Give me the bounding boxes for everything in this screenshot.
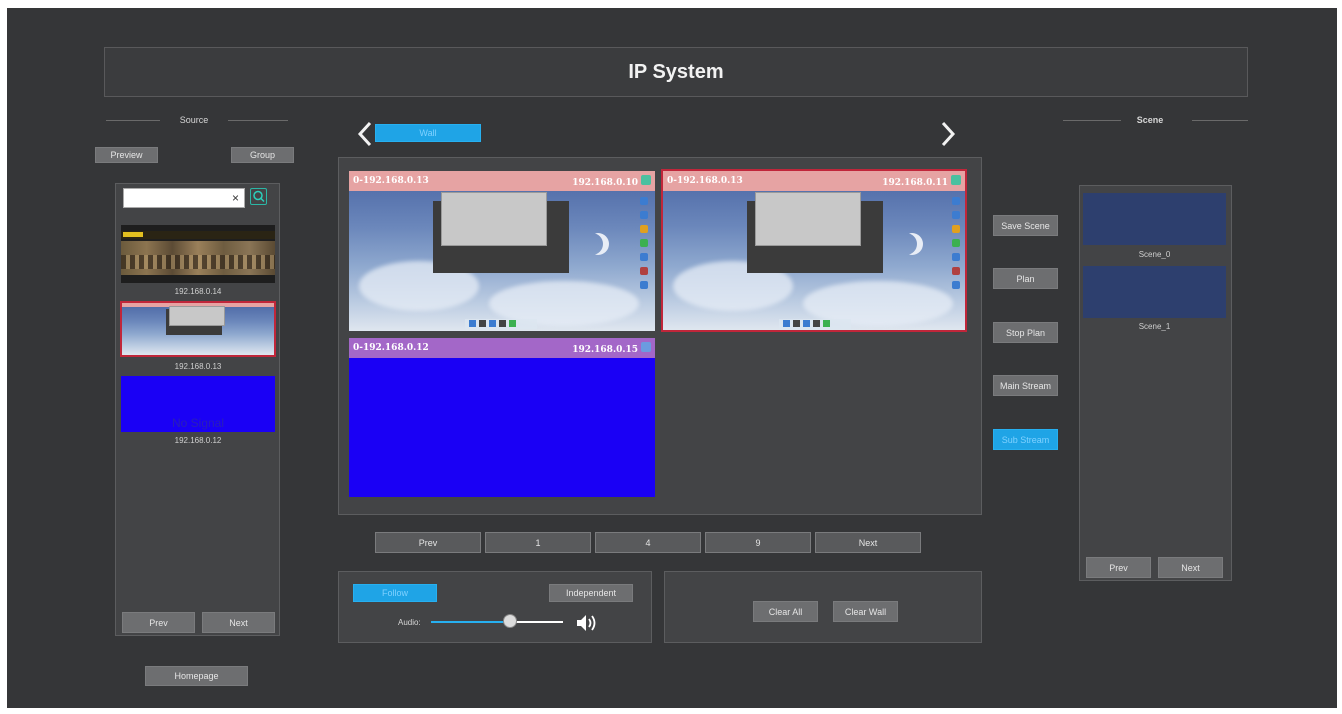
scene-label-0: Scene_0 <box>1138 250 1171 259</box>
scene-divider-left <box>1063 120 1121 121</box>
source-header: Source <box>179 115 209 125</box>
scene-thumbnail-1[interactable] <box>1083 266 1226 318</box>
chevron-left-icon <box>357 121 372 147</box>
audio-label: Audio: <box>398 618 421 627</box>
clear-wall-button[interactable]: Clear Wall <box>833 601 898 622</box>
search-icon <box>253 190 265 203</box>
wall-next-arrow[interactable] <box>936 120 960 148</box>
source-thumbnail-3[interactable]: No Signal <box>121 376 275 432</box>
dialog-window <box>755 192 861 246</box>
layout-9-button[interactable]: 9 <box>705 532 811 553</box>
main-stream-button[interactable]: Main Stream <box>993 375 1058 396</box>
source-thumbnail-2[interactable] <box>120 301 276 357</box>
title-bar: IP System <box>104 47 1248 97</box>
scene-label-1: Scene_1 <box>1138 322 1171 331</box>
wall-window-1[interactable]: 0-192.168.0.13 192.168.0.10 <box>349 171 655 331</box>
scene-header: Scene <box>1136 115 1164 125</box>
group-button[interactable]: Group <box>231 147 294 163</box>
wall-prev-arrow[interactable] <box>353 120 377 148</box>
window-header-2: 0-192.168.0.13 192.168.0.11 <box>663 171 965 191</box>
homepage-button[interactable]: Homepage <box>145 666 248 686</box>
source-next-button[interactable]: Next <box>202 612 275 633</box>
speaker-icon[interactable] <box>575 612 599 634</box>
sub-stream-button[interactable]: Sub Stream <box>993 429 1058 450</box>
moon-icon <box>895 233 917 255</box>
scene-next-button[interactable]: Next <box>1158 557 1223 578</box>
wall-tab[interactable]: Wall <box>375 124 481 142</box>
source-thumbnail-1[interactable] <box>121 225 275 283</box>
wall-next-button[interactable]: Next <box>815 532 921 553</box>
moon-icon <box>581 233 603 255</box>
window-settings-icon[interactable] <box>641 341 651 352</box>
clear-search-icon[interactable]: × <box>232 191 239 205</box>
chevron-right-icon <box>941 121 956 147</box>
source-label-1: 192.168.0.14 <box>174 287 222 296</box>
layout-4-button[interactable]: 4 <box>595 532 701 553</box>
plan-button[interactable]: Plan <box>993 268 1058 289</box>
search-input[interactable]: × <box>123 188 245 208</box>
source-label-3: 192.168.0.12 <box>174 436 222 445</box>
layout-1-button[interactable]: 1 <box>485 532 591 553</box>
follow-button[interactable]: Follow <box>353 584 437 602</box>
source-divider-left <box>106 120 160 121</box>
taskbar <box>465 319 537 329</box>
wall-window-3[interactable]: 0-192.168.0.12 192.168.0.15 <box>349 338 655 497</box>
dialog-window <box>441 192 547 246</box>
source-prev-button[interactable]: Prev <box>122 612 195 633</box>
save-scene-button[interactable]: Save Scene <box>993 215 1058 236</box>
wall-actions-panel <box>664 571 982 643</box>
source-label-2: 192.168.0.13 <box>174 362 222 371</box>
preview-button[interactable]: Preview <box>95 147 158 163</box>
wall-window-2[interactable]: 0-192.168.0.13 192.168.0.11 <box>661 169 967 332</box>
search-button[interactable] <box>250 188 267 205</box>
clear-all-button[interactable]: Clear All <box>753 601 818 622</box>
window-header-3: 0-192.168.0.12 192.168.0.15 <box>349 338 655 358</box>
source-divider-right <box>228 120 288 121</box>
scene-thumbnail-0[interactable] <box>1083 193 1226 245</box>
independent-button[interactable]: Independent <box>549 584 633 602</box>
scene-divider-right <box>1192 120 1248 121</box>
window-header-1: 0-192.168.0.13 192.168.0.10 <box>349 171 655 191</box>
stop-plan-button[interactable]: Stop Plan <box>993 322 1058 343</box>
scene-prev-button[interactable]: Prev <box>1086 557 1151 578</box>
taskbar <box>779 319 851 329</box>
window-settings-icon[interactable] <box>951 174 961 185</box>
window-settings-icon[interactable] <box>641 174 651 185</box>
wall-prev-button[interactable]: Prev <box>375 532 481 553</box>
no-signal-text: No Signal <box>171 416 225 430</box>
page-title: IP System <box>628 60 724 83</box>
volume-slider[interactable] <box>431 614 563 628</box>
audio-panel <box>338 571 652 643</box>
volume-fill <box>431 621 511 623</box>
